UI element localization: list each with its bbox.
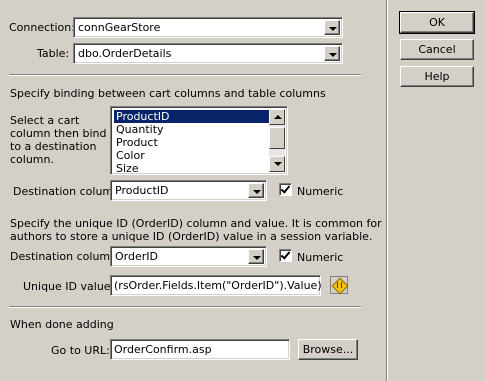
go-to-url-value: OrderConfirm.asp	[114, 343, 212, 356]
cart-columns-listbox[interactable]: ProductID Quantity Product Color Size	[110, 106, 288, 175]
chevron-down-icon[interactable]	[324, 46, 340, 61]
unique-destination-column-label: Destination column:	[10, 250, 121, 263]
destination-column-select[interactable]: ProductID	[110, 180, 267, 201]
chevron-down-icon[interactable]	[324, 20, 340, 35]
scroll-thumb[interactable]	[269, 127, 285, 149]
chevron-down-icon[interactable]	[248, 249, 264, 264]
connection-label: Connection:	[9, 21, 75, 34]
go-to-url-input[interactable]: OrderConfirm.asp	[110, 339, 290, 360]
listbox-scrollbar[interactable]	[269, 109, 285, 172]
scroll-down-icon[interactable]	[269, 156, 285, 172]
unique-numeric-label: Numeric	[297, 251, 344, 264]
ok-button[interactable]: OK	[399, 11, 475, 34]
select-cart-label-line: column then bind it	[10, 127, 118, 140]
chevron-down-icon[interactable]	[248, 183, 264, 198]
list-item[interactable]: Product	[114, 136, 284, 149]
table-label: Table:	[37, 47, 70, 60]
unique-destination-column-value: OrderID	[115, 250, 158, 263]
unique-id-description-line: Specify the unique ID (OrderID) column a…	[10, 217, 382, 230]
connection-select[interactable]: connGearStore	[73, 17, 343, 38]
connection-value: connGearStore	[78, 21, 161, 34]
vertical-divider	[386, 0, 388, 381]
unique-id-value-input[interactable]: (rsOrder.Fields.Item("OrderID").Value)	[110, 275, 322, 296]
unique-id-description-line: authors to store a unique ID (OrderID) v…	[10, 230, 373, 243]
select-cart-label-line: column.	[10, 153, 54, 166]
select-cart-label-line: Select a cart	[10, 114, 80, 127]
numeric-checkbox[interactable]	[279, 183, 292, 196]
list-item[interactable]: ProductID	[114, 110, 284, 123]
list-item[interactable]: Size	[114, 162, 284, 175]
divider	[9, 306, 361, 308]
table-value: dbo.OrderDetails	[78, 47, 172, 60]
numeric-label: Numeric	[297, 185, 344, 198]
go-to-url-label: Go to URL:	[51, 344, 110, 357]
table-select[interactable]: dbo.OrderDetails	[73, 43, 343, 64]
unique-destination-column-select[interactable]: OrderID	[110, 246, 267, 267]
select-cart-label-line: to a destination	[10, 140, 97, 153]
binding-heading: Specify binding between cart columns and…	[10, 87, 326, 100]
cancel-button[interactable]: Cancel	[400, 39, 474, 60]
scroll-up-icon[interactable]	[269, 109, 285, 125]
browse-button[interactable]: Browse...	[298, 339, 358, 360]
destination-column-value: ProductID	[115, 184, 169, 197]
unique-id-value-text: (rsOrder.Fields.Item("OrderID").Value)	[114, 279, 322, 292]
divider	[9, 74, 361, 76]
list-item[interactable]: Quantity	[114, 123, 284, 136]
help-button[interactable]: Help	[400, 66, 474, 87]
unique-id-value-label: Unique ID value:	[23, 280, 115, 293]
done-heading: When done adding	[10, 318, 114, 331]
destination-column-label: Destination column:	[13, 185, 124, 198]
list-item[interactable]: Color	[114, 149, 284, 162]
lightning-icon[interactable]	[330, 276, 348, 294]
unique-numeric-checkbox[interactable]	[279, 249, 292, 262]
